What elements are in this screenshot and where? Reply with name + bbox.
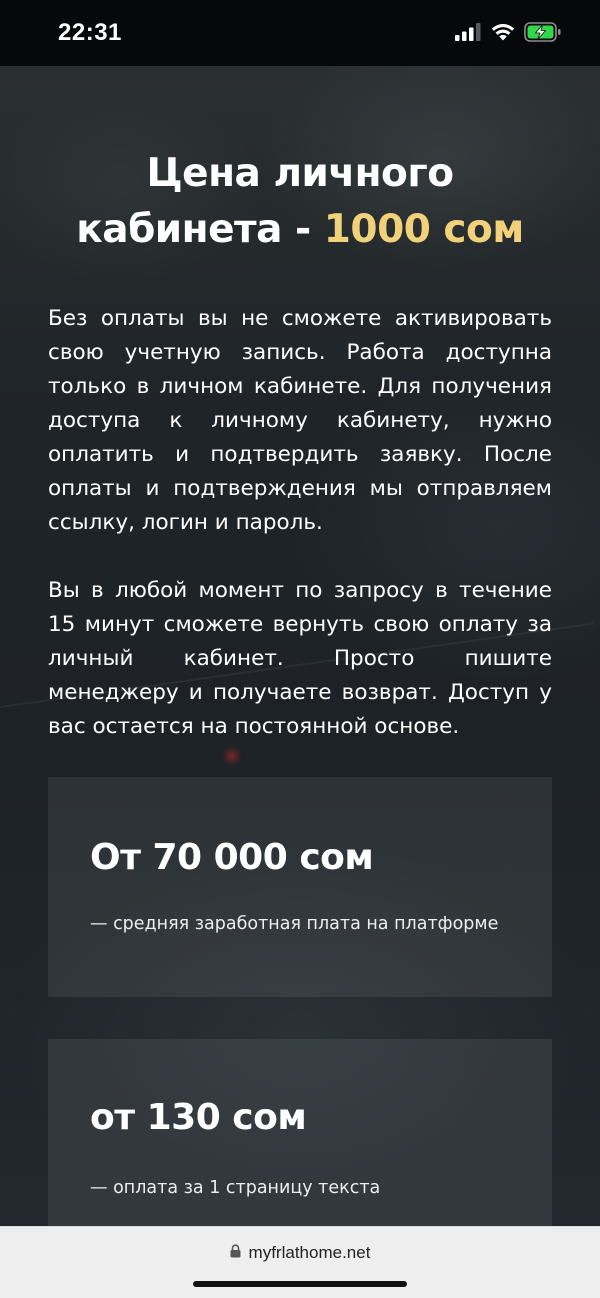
title-line-1: Цена личного [146, 151, 454, 196]
battery-charging-icon [524, 21, 562, 47]
status-bar: 22:31 [0, 0, 600, 66]
salary-stat-card: От 70 000 сом — средняя заработная плата… [48, 777, 552, 997]
page-rate-stat-description: — оплата за 1 страницу текста [90, 1178, 381, 1198]
price-highlight: 1000 сом [323, 207, 524, 252]
page-content: Цена личного кабинета - 1000 сом Без опл… [0, 66, 600, 744]
home-indicator[interactable] [193, 1281, 407, 1287]
payment-info-paragraph: Без оплаты вы не сможете активировать св… [48, 306, 552, 535]
status-time: 22:31 [58, 19, 122, 46]
lock-icon [230, 1243, 241, 1263]
title-line-2-prefix: кабинета - [76, 207, 324, 252]
refund-info-paragraph: Вы в любой момент по запросу в течение 1… [48, 578, 552, 739]
wifi-icon [491, 23, 515, 46]
page-title: Цена личного кабинета - 1000 сом [40, 146, 560, 258]
url-row[interactable]: myfrlathome.net [0, 1243, 600, 1263]
salary-stat-value: От 70 000 сом [90, 837, 374, 878]
cellular-signal-icon [455, 22, 482, 46]
browser-address-bar[interactable]: myfrlathome.net [0, 1226, 600, 1298]
url-text[interactable]: myfrlathome.net [249, 1243, 371, 1263]
page-rate-stat-value: от 130 сом [90, 1097, 307, 1138]
salary-stat-description: — средняя заработная плата на платформе [90, 914, 499, 934]
status-icons [455, 21, 562, 47]
page-rate-stat-card: от 130 сом — оплата за 1 страницу текста [48, 1039, 552, 1239]
